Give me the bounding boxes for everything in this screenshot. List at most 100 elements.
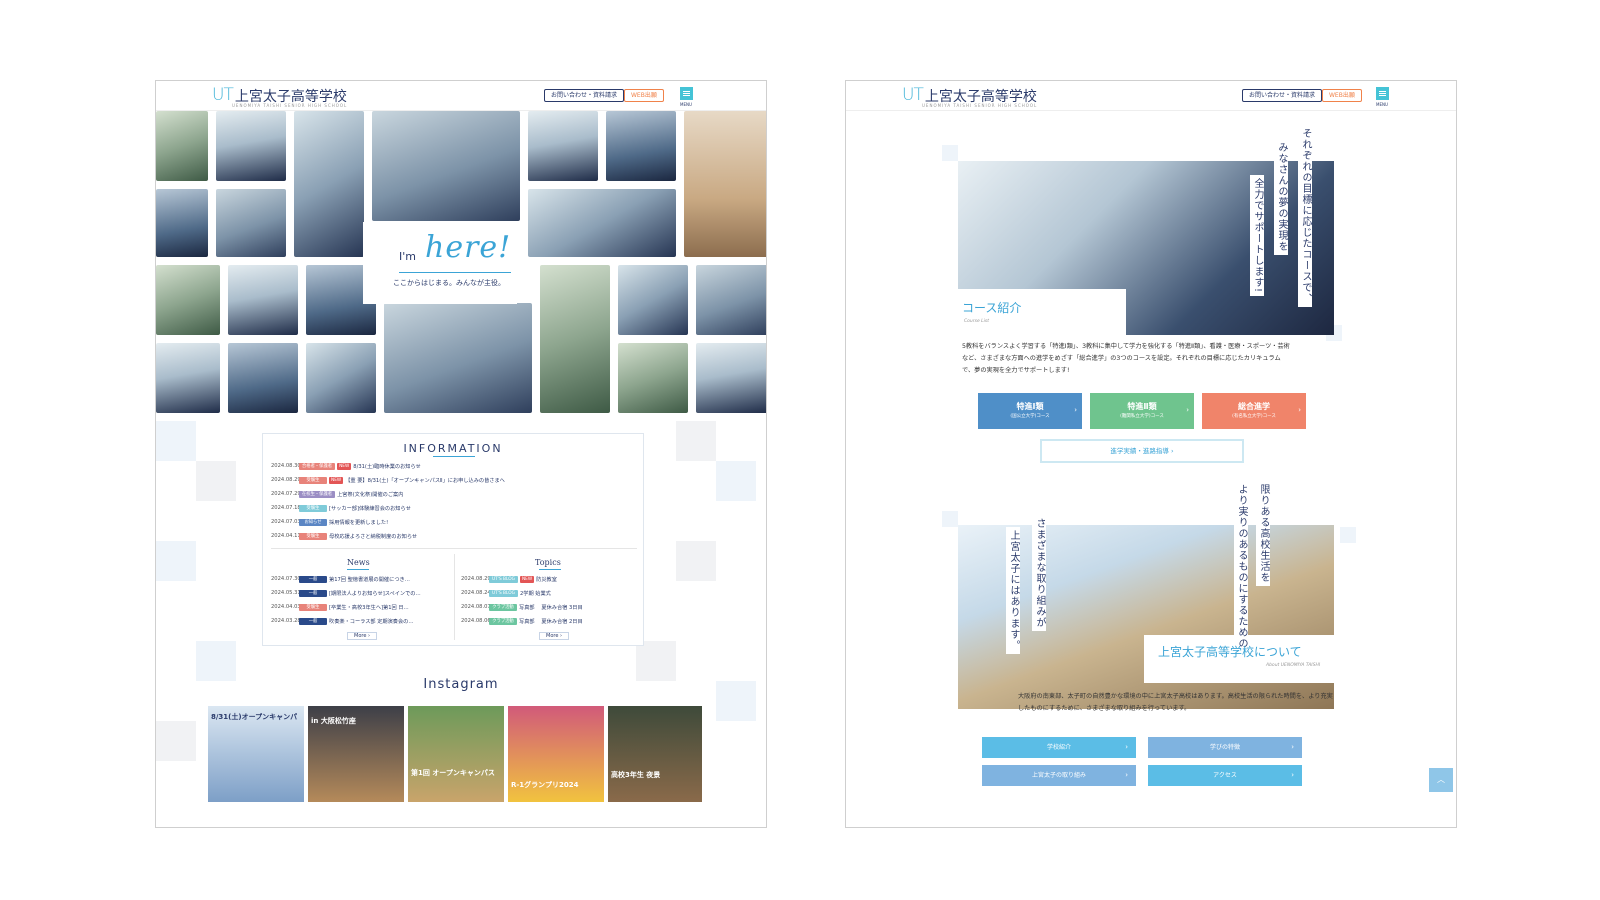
course-sublabel: (難関私立大学)コース [1120, 414, 1164, 419]
course-sublabel: (国公立大学)コース [1010, 414, 1050, 419]
instagram-post[interactable]: 第1回 オープンキャンパス [408, 706, 504, 802]
post-caption: 8/31(土)オープンキャンパ [211, 713, 298, 721]
menu-icon[interactable] [1376, 87, 1389, 100]
info-tag: 受験生 [299, 504, 327, 512]
topics-title: 防災教室 [536, 576, 557, 583]
post-caption: 第1回 オープンキャンパス [411, 769, 495, 777]
info-date: 2024.07.29 [271, 491, 301, 497]
site-logo[interactable]: UT 上宮太子高等学校 UENOMIYA TAISHI SENIOR HIGH … [902, 85, 1038, 108]
topics-title: 写真部 夏休み合宿 3日目 [519, 604, 583, 611]
title-underline [347, 569, 369, 570]
hero-im: I'm [399, 250, 416, 263]
nav-label: 学校紹介 [1046, 744, 1071, 751]
about-title: 上宮太子高等学校について [1158, 645, 1302, 659]
topics-title: 2学期 始業式 [519, 590, 551, 597]
instagram-post[interactable]: R-1グランプリ2024 [508, 706, 604, 802]
topics-item[interactable]: 2024.08.29 UT'S BLOG NEW 防災教室 [461, 574, 557, 584]
school-intro-button[interactable]: 学校紹介 › [982, 737, 1136, 758]
course-label: 総合進学 [1238, 402, 1270, 411]
collage-photo [618, 265, 688, 335]
topics-date: 2024.08.07 [461, 604, 491, 610]
chevron-right-icon: › [1298, 406, 1301, 414]
bg-tile [196, 641, 236, 681]
topics-item[interactable]: 2024.08.06 クラブ活動 写真部 夏休み合宿 2日目 [461, 616, 583, 626]
course-title: コース紹介 [962, 301, 1022, 315]
collage-photo [156, 189, 208, 257]
topics-tag: UT'S BLOG [489, 575, 518, 583]
course-tokushin1-button[interactable]: 特進Ⅰ類 (国公立大学)コース › [978, 393, 1082, 429]
menu-icon[interactable] [680, 87, 693, 100]
info-item[interactable]: 2024.08.29 受験生 NEW 【重 要】8/31(土)「オープンキャンパ… [271, 475, 505, 485]
info-item[interactable]: 2024.04.11 受験生 母校応援よろさと納税制度のお知らせ [271, 531, 417, 541]
site-header: UT 上宮太子高等学校 UENOMIYA TAISHI SENIOR HIGH … [846, 81, 1456, 111]
course-copy-1: それぞれの目標に応じたコースで、 [1298, 125, 1312, 307]
news-more-button[interactable]: More › [347, 632, 377, 640]
learning-features-button[interactable]: 学びの特徴 › [1148, 737, 1302, 758]
site-logo[interactable]: UT 上宮太子高等学校 UENOMIYA TAISHI SENIOR HIGH … [212, 85, 347, 108]
course-sougou-button[interactable]: 総合進学 (有名私立大学)コース › [1202, 393, 1306, 429]
collage-photo [696, 343, 766, 413]
info-item[interactable]: 2024.07.03 お知らせ 採用情報を更新しました! [271, 517, 388, 527]
instagram-post[interactable]: in 大阪松竹座 [308, 706, 404, 802]
info-title: [サッカー部]体験練習会のお知らせ [329, 505, 411, 512]
instagram-post[interactable]: 高校3年生 夜景 [608, 706, 702, 802]
collage-photo [696, 265, 766, 335]
news-item[interactable]: 2024.03.28 一般 吹奏楽・コーラス部 定期演奏会の… [271, 616, 414, 626]
contact-button[interactable]: お問い合わせ・資料請求 [1242, 89, 1323, 102]
information-panel: INFORMATION 2024.08.30 合格者・保護者 NEW 8/31(… [262, 433, 644, 646]
topics-date: 2024.08.29 [461, 576, 491, 582]
logo-mark: UT [902, 85, 924, 105]
course-copy-3: 全力でサポートします! [1250, 175, 1264, 297]
new-badge: NEW [329, 476, 344, 484]
results-guidance-button[interactable]: 進学実績・進路指導 › [1040, 439, 1244, 463]
hero-card: I'm here! ここからはじまる。みんなが主役。 [363, 222, 517, 304]
info-title: 母校応援よろさと納税制度のお知らせ [329, 533, 418, 540]
topics-title: 写真部 夏休み合宿 2日目 [519, 618, 583, 625]
collage-photo [528, 111, 598, 181]
logo-mark: UT [212, 85, 234, 105]
topics-item[interactable]: 2024.08.07 クラブ活動 写真部 夏休み合宿 3日目 [461, 602, 583, 612]
bg-tile [942, 511, 958, 527]
topics-more-button[interactable]: More › [539, 632, 569, 640]
info-date: 2024.07.03 [271, 519, 301, 525]
post-caption: in 大阪松竹座 [311, 717, 356, 725]
news-item[interactable]: 2024.04.03 受験生 [卒業生・高校3年生へ]第1回 日… [271, 602, 409, 612]
chevron-right-icon: › [1291, 743, 1294, 751]
new-badge: NEW [337, 462, 352, 470]
web-apply-button[interactable]: WEB出願 [624, 89, 664, 102]
divider [271, 548, 637, 549]
info-date: 2024.04.11 [271, 533, 301, 539]
bg-tile [156, 421, 196, 461]
hero-underline [399, 272, 511, 273]
news-date: 2024.07.30 [271, 576, 301, 582]
news-tag: 一般 [299, 589, 327, 597]
contact-button[interactable]: お問い合わせ・資料請求 [544, 89, 625, 102]
web-apply-button[interactable]: WEB出願 [1322, 89, 1362, 102]
home-page-screenshot: UT 上宮太子高等学校 UENOMIYA TAISHI SENIOR HIGH … [155, 80, 767, 828]
news-title: 吹奏楽・コーラス部 定期演奏会の… [329, 618, 414, 625]
topics-tag: クラブ活動 [489, 603, 517, 611]
instagram-post[interactable]: 8/31(土)オープンキャンパ [208, 706, 304, 802]
nav-label: アクセス [1213, 772, 1237, 779]
info-item[interactable]: 2024.07.18 受験生 [サッカー部]体験練習会のお知らせ [271, 503, 411, 513]
topics-tag: クラブ活動 [489, 617, 517, 625]
initiatives-button[interactable]: 上宮太子の取り組み › [982, 765, 1136, 786]
info-tag: お知らせ [299, 518, 327, 526]
collage-photo [540, 265, 610, 413]
info-title: 8/31(土)臨時休業のお知らせ [353, 463, 421, 470]
info-tag: 在校生・保護者 [299, 490, 336, 498]
title-underline [539, 569, 561, 570]
news-item[interactable]: 2024.05.31 一般 [期限法人よりお知らせ]スペインでの… [271, 588, 421, 598]
back-to-top-button[interactable]: ︿ [1429, 768, 1453, 792]
info-item[interactable]: 2024.07.29 在校生・保護者 上宮祭(文化祭)開催のご案内 [271, 489, 403, 499]
info-item[interactable]: 2024.08.30 合格者・保護者 NEW 8/31(土)臨時休業のお知らせ [271, 461, 421, 471]
about-copy-3: さまざまな取り組みが [1032, 515, 1046, 631]
topics-item[interactable]: 2024.08.24 UT'S BLOG 2学期 始業式 [461, 588, 551, 598]
course-tokushin2-button[interactable]: 特進Ⅱ類 (難関私立大学)コース › [1090, 393, 1194, 429]
access-button[interactable]: アクセス › [1148, 765, 1302, 786]
news-item[interactable]: 2024.07.30 一般 第17回 聖徳書道展の開催につき… [271, 574, 410, 584]
logo-subtitle: UENOMIYA TAISHI SENIOR HIGH SCHOOL [922, 103, 1038, 108]
information-title: INFORMATION [403, 442, 503, 455]
collage-photo [306, 343, 376, 413]
course-subtitle: Course List [964, 319, 990, 324]
